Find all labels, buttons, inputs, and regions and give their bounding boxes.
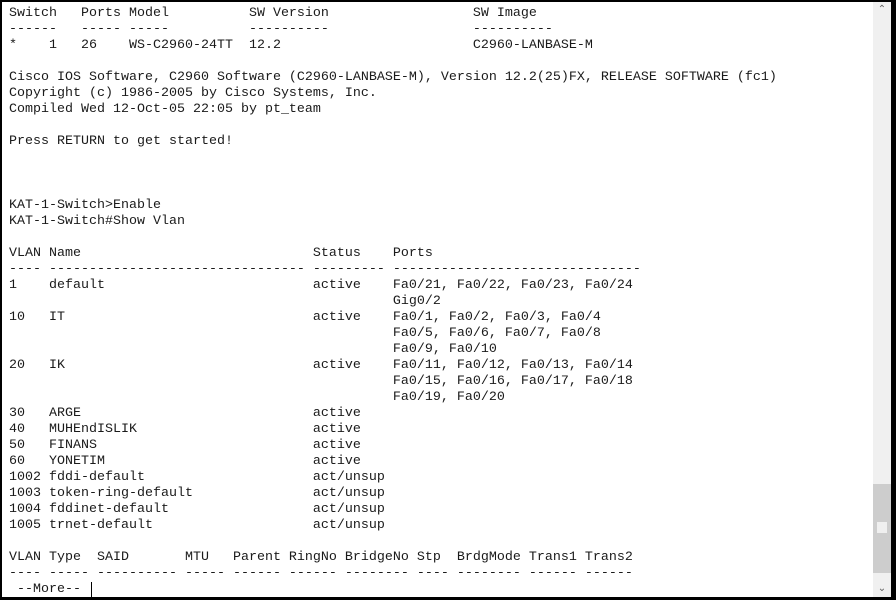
vlan-table-divider: ---- -------------------------------- --… [9, 262, 641, 277]
vlan-type-table-header: VLAN Type SAID MTU Parent RingNo BridgeN… [9, 550, 633, 565]
vlan-table-row: 1005 trnet-default act/unsup [9, 518, 393, 533]
banner-line: KAT-1-Switch#Show Vlan [9, 214, 185, 229]
banner-line: Cisco IOS Software, C2960 Software (C296… [9, 70, 777, 85]
vlan-table-row: 1004 fddinet-default act/unsup [9, 502, 393, 517]
vlan-ports-continuation: Fa0/9, Fa0/10 [9, 342, 497, 357]
scrollbar-grip [877, 522, 887, 533]
vlan-table-row: 60 YONETIM active [9, 454, 393, 469]
vlan-table-row: 10 IT active Fa0/1, Fa0/2, Fa0/3, Fa0/4 [9, 310, 601, 325]
vlan-ports-continuation: Gig0/2 [9, 294, 441, 309]
more-prompt: --More-- [9, 582, 777, 597]
banner-line: Copyright (c) 1986-2005 by Cisco Systems… [9, 86, 377, 101]
switch-table-row: * 1 26 WS-C2960-24TT 12.2 C2960-LANBASE-… [9, 38, 593, 53]
vlan-table-row: 1002 fddi-default act/unsup [9, 470, 393, 485]
vlan-ports-continuation: Fa0/19, Fa0/20 [9, 390, 505, 405]
vlan-table-row: 1 default active Fa0/21, Fa0/22, Fa0/23,… [9, 278, 633, 293]
chevron-up-icon[interactable]: ⌃ [873, 2, 891, 18]
vertical-scrollbar[interactable]: ⌃ ⌄ [873, 2, 891, 597]
vlan-table-row: 1003 token-ring-default act/unsup [9, 486, 393, 501]
banner-line: Press RETURN to get started! [9, 134, 233, 149]
vlan-ports-continuation: Fa0/15, Fa0/16, Fa0/17, Fa0/18 [9, 374, 633, 389]
vlan-table-header: VLAN Name Status Ports [9, 246, 433, 261]
text-cursor [90, 582, 92, 597]
banner-line: Compiled Wed 12-Oct-05 22:05 by pt_team [9, 102, 321, 117]
vlan-table-row: 40 MUHEndISLIK active [9, 422, 393, 437]
scrollbar-thumb[interactable] [873, 484, 891, 573]
vlan-ports-continuation: Fa0/5, Fa0/6, Fa0/7, Fa0/8 [9, 326, 601, 341]
vlan-table-row: 50 FINANS active [9, 438, 393, 453]
vlan-table-row: 20 IK active Fa0/11, Fa0/12, Fa0/13, Fa0… [9, 358, 633, 373]
switch-table-divider: ------ ----- ----- ---------- ---------- [9, 22, 553, 37]
vlan-type-table-divider: ---- ----- ---------- ----- ------ -----… [9, 566, 633, 581]
terminal-window[interactable]: Switch Ports Model SW Version SW Image --… [0, 0, 896, 600]
switch-table-header: Switch Ports Model SW Version SW Image [9, 6, 537, 21]
vlan-table-row: 30 ARGE active [9, 406, 393, 421]
chevron-down-icon[interactable]: ⌄ [873, 581, 891, 597]
terminal-output: Switch Ports Model SW Version SW Image --… [9, 6, 777, 597]
banner-line: KAT-1-Switch>Enable [9, 198, 161, 213]
